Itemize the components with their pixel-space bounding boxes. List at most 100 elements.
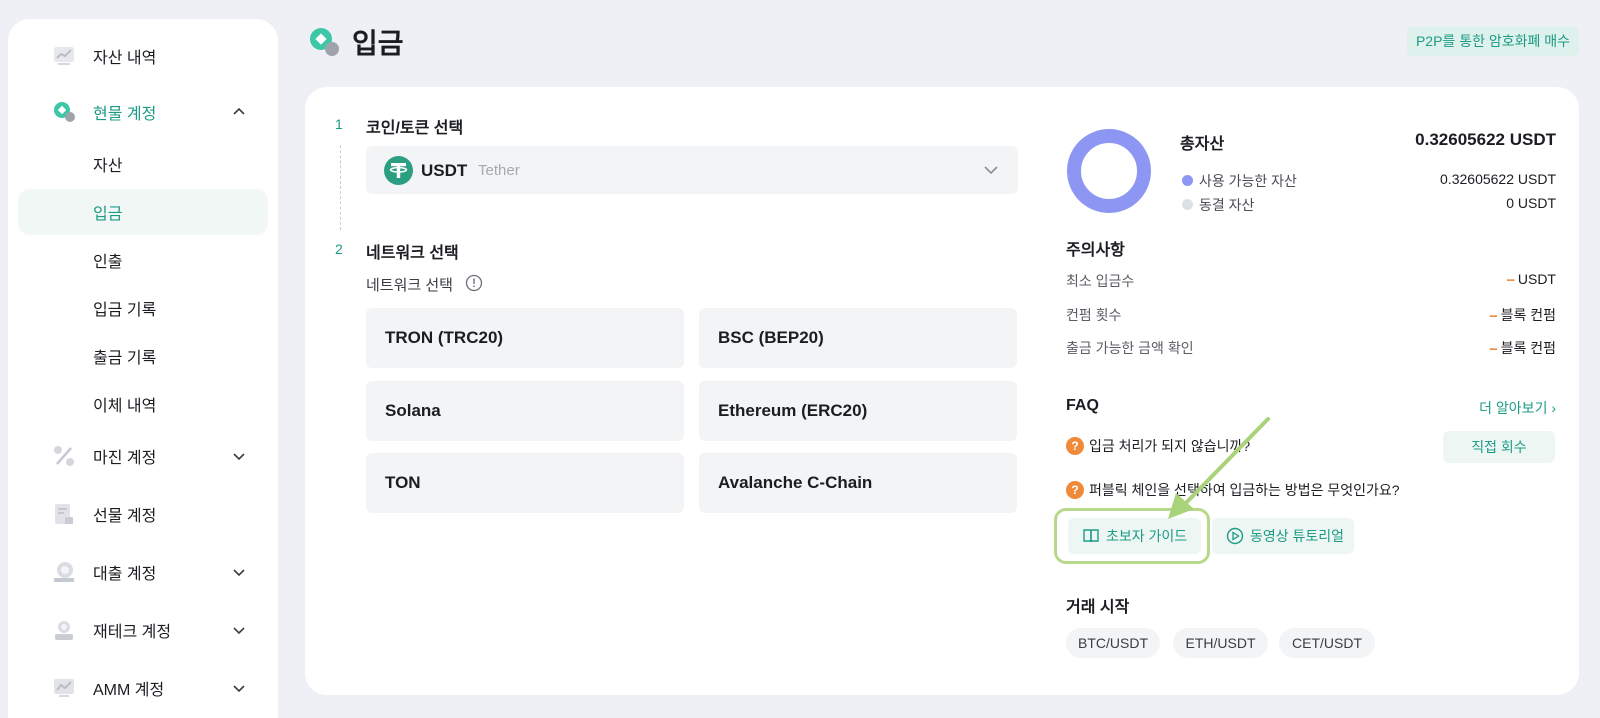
note-dash: -- bbox=[1489, 307, 1497, 323]
coin-select-dropdown[interactable]: USDT Tether bbox=[366, 146, 1018, 194]
sidebar-item-label: 입금 bbox=[93, 206, 123, 223]
network-option-tron[interactable]: TRON (TRC20) bbox=[366, 308, 684, 368]
network-option-ton[interactable]: TON bbox=[366, 453, 684, 513]
note-value: -- 블록 컨펌 bbox=[1489, 305, 1556, 325]
step-title: 코인/토큰 선택 bbox=[366, 120, 464, 137]
note-value: -- 블록 컨펌 bbox=[1489, 338, 1556, 358]
step-connector bbox=[340, 145, 341, 230]
sidebar-item-futures-account[interactable]: 선물 계정 bbox=[18, 491, 268, 537]
note-label: 컨펌 횟수 bbox=[1066, 307, 1122, 323]
network-option-avalanche[interactable]: Avalanche C-Chain bbox=[699, 453, 1017, 513]
sidebar-item-withdraw-history[interactable]: 출금 기록 bbox=[18, 333, 268, 379]
network-select-label: 네트워크 선택 bbox=[366, 277, 453, 294]
sidebar-item-asset-history[interactable]: 자산 내역 bbox=[18, 33, 268, 79]
sidebar-item-loan-account[interactable]: 대출 계정 bbox=[18, 549, 268, 595]
sidebar-item-transfer-history[interactable]: 이체 내역 bbox=[18, 381, 268, 427]
book-icon bbox=[1083, 529, 1099, 543]
sidebar-item-label: 현물 계정 bbox=[93, 106, 157, 123]
play-icon bbox=[1226, 527, 1244, 545]
trade-title: 거래 시작 bbox=[1066, 599, 1130, 616]
finance-icon bbox=[55, 621, 73, 640]
self-recover-button[interactable]: 직접 회수 bbox=[1443, 431, 1555, 463]
beginner-guide-label: 초보자 가이드 bbox=[1106, 528, 1188, 544]
note-min-deposit: 최소 입금수 -- USDT bbox=[1066, 271, 1556, 291]
page-title: 입금 bbox=[352, 28, 404, 59]
network-option-bsc[interactable]: BSC (BEP20) bbox=[699, 308, 1017, 368]
chevron-down-icon bbox=[233, 569, 245, 577]
sidebar-item-deposit[interactable]: 입금 bbox=[18, 189, 268, 235]
faq-item-deposit-not-processed[interactable]: ? 입금 처리가 되지 않습니까? bbox=[1066, 435, 1250, 457]
frozen-assets-row: 동결 자산 0 USDT bbox=[1180, 195, 1556, 213]
available-assets-row: 사용 가능한 자산 0.32605622 USDT bbox=[1180, 171, 1556, 189]
sidebar-item-finance-account[interactable]: 재테크 계정 bbox=[18, 607, 268, 653]
deposit-logo-icon bbox=[310, 28, 339, 56]
note-unit: 블록 컨펌 bbox=[1500, 340, 1556, 356]
tether-icon bbox=[384, 156, 413, 185]
frozen-label: 동결 자산 bbox=[1199, 197, 1255, 213]
sidebar-item-deposit-history[interactable]: 입금 기록 bbox=[18, 285, 268, 331]
spot-account-icon bbox=[54, 102, 75, 122]
note-label: 출금 가능한 금액 확인 bbox=[1066, 340, 1194, 356]
sidebar-item-withdraw[interactable]: 인출 bbox=[18, 237, 268, 283]
sidebar-item-label: 자산 내역 bbox=[93, 50, 157, 67]
notes-title: 주의사항 bbox=[1066, 242, 1125, 259]
sidebar-item-label: 인출 bbox=[93, 254, 123, 271]
trade-pair-eth-usdt[interactable]: ETH/USDT bbox=[1173, 628, 1268, 658]
faq-title: FAQ bbox=[1066, 397, 1099, 414]
coin-symbol: USDT bbox=[421, 161, 468, 180]
loan-icon bbox=[54, 562, 74, 582]
faq-question: 퍼블릭 체인을 선택하여 입금하는 방법은 무엇인가요? bbox=[1089, 482, 1400, 498]
note-dash: -- bbox=[1489, 340, 1497, 356]
sidebar-item-label: 이체 내역 bbox=[93, 398, 157, 415]
sidebar-item-label: 자산 bbox=[93, 158, 123, 175]
available-label: 사용 가능한 자산 bbox=[1199, 173, 1297, 189]
trade-pair-cet-usdt[interactable]: CET/USDT bbox=[1279, 628, 1375, 658]
note-unit: 블록 컨펌 bbox=[1500, 307, 1556, 323]
chevron-down-icon bbox=[233, 685, 245, 693]
step-number: 1 bbox=[335, 116, 343, 132]
beginner-guide-button[interactable]: 초보자 가이드 bbox=[1068, 518, 1201, 554]
chevron-down-icon bbox=[233, 453, 245, 461]
frozen-value: 0 USDT bbox=[1506, 195, 1556, 211]
available-dot bbox=[1182, 175, 1193, 186]
step-number: 2 bbox=[335, 241, 343, 257]
network-option-solana[interactable]: Solana bbox=[366, 381, 684, 441]
faq-more-link[interactable]: 더 알아보기 › bbox=[1479, 398, 1556, 418]
sidebar-item-amm-account[interactable]: AMM 계정 bbox=[18, 665, 268, 711]
chevron-down-icon bbox=[984, 166, 998, 175]
asset-donut-chart bbox=[1067, 129, 1151, 213]
sidebar-item-spot-account[interactable]: 현물 계정 bbox=[18, 89, 268, 135]
chevron-down-icon bbox=[233, 627, 245, 635]
video-tutorial-label: 동영상 튜토리얼 bbox=[1250, 528, 1345, 544]
note-value: -- USDT bbox=[1507, 271, 1556, 287]
step-title: 네트워크 선택 bbox=[366, 245, 459, 262]
sidebar-item-label: 선물 계정 bbox=[93, 508, 157, 525]
sidebar-item-label: 입금 기록 bbox=[93, 302, 157, 319]
sidebar-item-label: 대출 계정 bbox=[93, 566, 157, 583]
sidebar-item-assets[interactable]: 자산 bbox=[18, 141, 268, 187]
frozen-dot bbox=[1182, 199, 1193, 210]
total-assets-value: 0.32605622 USDT bbox=[1415, 130, 1556, 149]
sidebar-item-label: 출금 기록 bbox=[93, 350, 157, 367]
total-assets-label: 총자산 bbox=[1180, 136, 1225, 153]
sidebar-item-margin-account[interactable]: 마진 계정 bbox=[18, 433, 268, 479]
trade-pair-btc-usdt[interactable]: BTC/USDT bbox=[1066, 628, 1160, 658]
faq-item-public-chain-deposit[interactable]: ? 퍼블릭 체인을 선택하여 입금하는 방법은 무엇인가요? bbox=[1066, 479, 1400, 501]
sidebar-item-label: 마진 계정 bbox=[93, 450, 157, 467]
network-option-ethereum[interactable]: Ethereum (ERC20) bbox=[699, 381, 1017, 441]
note-label: 최소 입금수 bbox=[1066, 273, 1135, 289]
p2p-buy-button[interactable]: P2P를 통한 암호화폐 매수 bbox=[1407, 26, 1579, 56]
note-dash: -- bbox=[1506, 271, 1515, 287]
info-icon[interactable] bbox=[465, 274, 483, 292]
question-icon: ? bbox=[1066, 481, 1084, 499]
percent-icon bbox=[54, 446, 74, 466]
note-unit: USDT bbox=[1517, 271, 1556, 287]
video-tutorial-button[interactable]: 동영상 튜토리얼 bbox=[1212, 518, 1354, 554]
sidebar-item-label: AMM 계정 bbox=[93, 682, 165, 699]
amm-icon bbox=[54, 679, 74, 697]
futures-icon bbox=[55, 504, 73, 524]
note-withdrawable-check: 출금 가능한 금액 확인 -- 블록 컨펌 bbox=[1066, 338, 1556, 358]
sidebar: 자산 내역 현물 계정 자산 입금 인출 입금 기록 출금 기록 이체 내역 마… bbox=[8, 19, 278, 718]
coin-name: Tether bbox=[478, 162, 520, 179]
chart-icon bbox=[54, 47, 74, 65]
